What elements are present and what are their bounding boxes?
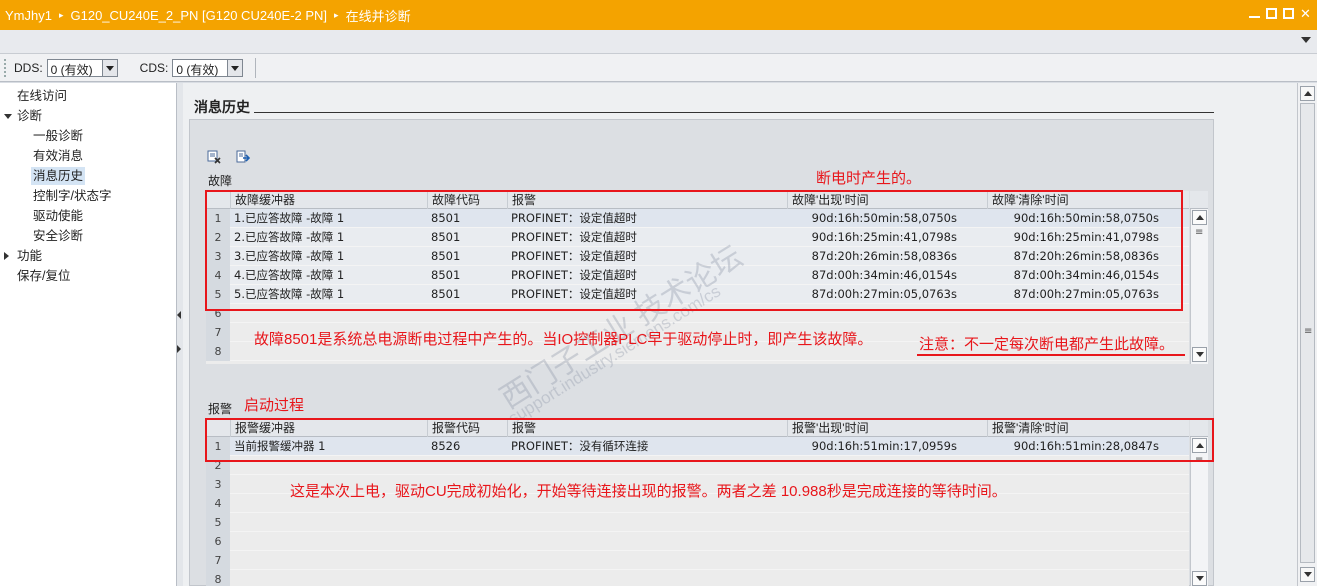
row-number: 3 — [206, 475, 230, 494]
dds-label: DDS: — [14, 60, 43, 75]
dds-dropdown[interactable]: 0 (有效) — [46, 58, 118, 77]
breadcrumb-project[interactable]: YmJhy1 — [5, 8, 52, 23]
alarms-row[interactable]: 5 — [206, 513, 1189, 532]
dds-value: 0 (有效) — [50, 62, 93, 77]
annotation-alarm-explain: 这是本次上电，驱动CU完成初始化，开始等待连接出现的报警。两者之差 10.988… — [290, 483, 1007, 500]
export-history-icon[interactable] — [236, 150, 250, 164]
editor-titlebar: YmJhy1 ▸ G120_CU240E_2_PN [G120 CU240E-2… — [0, 0, 1317, 30]
alarm-highlight-box — [205, 418, 1214, 462]
cds-label: CDS: — [139, 60, 169, 75]
scroll-down-icon[interactable] — [1300, 567, 1315, 582]
nav-item-functions[interactable]: 功能 — [17, 247, 42, 265]
chevron-down-icon[interactable] — [227, 59, 243, 76]
fault-highlight-box — [205, 190, 1183, 311]
breadcrumb-separator-icon: ▸ — [334, 9, 339, 20]
annotation-underline — [917, 354, 1185, 356]
restore-icon[interactable] — [1266, 8, 1277, 19]
nav-item-drive-enable[interactable]: 驱动使能 — [33, 207, 83, 225]
alarms-group-label: 报警 — [208, 402, 233, 416]
scroll-grip-icon[interactable]: ≡ — [1195, 227, 1203, 238]
nav-item-diagnostics[interactable]: 诊断 — [17, 107, 42, 125]
title-underline — [194, 112, 1214, 113]
page-scrollbar[interactable] — [1297, 83, 1317, 586]
collapse-left-icon[interactable] — [177, 311, 181, 319]
nav-item-safety-diagnostics[interactable]: 安全诊断 — [33, 227, 83, 245]
nav-item-online-access[interactable]: 在线访问 — [17, 87, 67, 105]
row-number: 6 — [206, 532, 230, 551]
scroll-up-icon[interactable] — [1192, 210, 1207, 225]
scroll-up-icon[interactable] — [1300, 86, 1315, 101]
expand-right-icon[interactable] — [177, 345, 181, 353]
alarms-row[interactable]: 8 — [206, 570, 1189, 586]
diagnostics-navigation: 在线访问 诊断 一般诊断 有效消息 消息历史 控制字/状态字 驱动使能 安全诊断… — [0, 83, 177, 586]
alarms-row[interactable]: 6 — [206, 532, 1189, 551]
row-number: 4 — [206, 494, 230, 513]
cds-dropdown[interactable]: 0 (有效) — [172, 58, 244, 77]
nav-item-save-reset[interactable]: 保存/复位 — [17, 267, 70, 285]
scroll-thumb[interactable] — [1300, 103, 1315, 563]
editor-subbar — [0, 30, 1317, 54]
breadcrumb-separator-icon: ▸ — [58, 9, 64, 20]
nav-item-control-status-word[interactable]: 控制字/状态字 — [33, 187, 111, 205]
row-number: 8 — [206, 342, 230, 361]
float-window-icon[interactable] — [1283, 8, 1294, 19]
chevron-down-icon[interactable] — [101, 59, 117, 76]
faults-table-scrollbar[interactable]: ≡ — [1190, 209, 1208, 364]
toolbar-grip[interactable] — [4, 58, 8, 77]
row-number: 7 — [206, 323, 230, 342]
close-icon[interactable]: ✕ — [1300, 7, 1311, 20]
annotation-fault-explain: 故障8501是系统总电源断电过程中产生的。当IO控制器PLC早于驱动停止时，即产… — [254, 331, 873, 348]
annotation-startup: 启动过程 — [244, 397, 305, 414]
breadcrumb-page[interactable]: 在线并诊断 — [346, 6, 411, 25]
faults-group-label: 故障 — [208, 174, 233, 188]
collapse-toolbar-icon[interactable] — [1301, 37, 1311, 43]
parameter-toolbar: DDS: 0 (有效) CDS: 0 (有效) — [0, 54, 1317, 82]
nav-item-general-diagnostics[interactable]: 一般诊断 — [33, 127, 83, 145]
breadcrumb-device[interactable]: G120_CU240E_2_PN [G120 CU240E-2 PN] — [71, 8, 328, 23]
table-corner — [1190, 191, 1208, 209]
nav-item-message-history[interactable]: 消息历史 — [31, 167, 86, 185]
cds-value: 0 (有效) — [176, 62, 219, 77]
nav-item-active-messages[interactable]: 有效消息 — [33, 147, 83, 165]
minimize-icon[interactable] — [1249, 16, 1260, 18]
row-number: 8 — [206, 570, 230, 586]
page-title: 消息历史 — [194, 97, 254, 117]
window-controls: ✕ — [1249, 7, 1311, 20]
collapsed-arrow-icon[interactable] — [4, 252, 9, 260]
scroll-down-icon[interactable] — [1192, 571, 1207, 586]
clear-history-icon[interactable] — [207, 150, 221, 164]
alarms-row[interactable]: 7 — [206, 551, 1189, 570]
toolbar-divider — [255, 57, 257, 78]
scroll-down-icon[interactable] — [1192, 347, 1207, 362]
expanded-arrow-icon[interactable] — [4, 114, 12, 119]
annotation-power-off: 断电时产生的。 — [816, 170, 922, 187]
row-number: 7 — [206, 551, 230, 570]
row-number: 5 — [206, 513, 230, 532]
annotation-note: 注意：不一定每次断电都产生此故障。 — [919, 336, 1175, 353]
